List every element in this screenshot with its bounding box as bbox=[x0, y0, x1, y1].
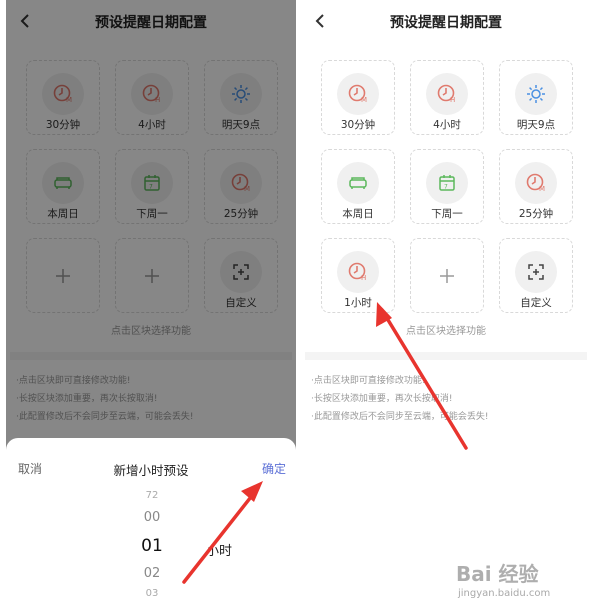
preset-label: 4小时 bbox=[433, 119, 461, 131]
header: 预设提醒日期配置 bbox=[301, 0, 591, 44]
svg-text:H: H bbox=[361, 274, 366, 282]
picker-unit: 小时 bbox=[206, 544, 233, 559]
hour-picker[interactable]: 72 00 01 小时 02 03 bbox=[6, 490, 296, 612]
preset-label: 明天9点 bbox=[516, 119, 556, 131]
confirm-button[interactable]: 确定 bbox=[262, 460, 286, 477]
clock-h-icon: H bbox=[426, 73, 468, 115]
svg-text:7: 7 bbox=[444, 184, 448, 191]
page-title: 预设提醒日期配置 bbox=[390, 15, 502, 31]
picker-option[interactable]: 03 bbox=[126, 588, 178, 599]
preset-cell[interactable]: 本周日 bbox=[321, 149, 395, 224]
preset-label: 30分钟 bbox=[340, 119, 376, 131]
picker-option[interactable]: 72 bbox=[126, 490, 178, 501]
calendar-icon: 7 bbox=[426, 162, 468, 204]
clock-m-icon: M bbox=[337, 73, 379, 115]
preset-cell[interactable]: M 30分钟 bbox=[321, 60, 395, 135]
note-line: ·长按区块添加重要，再次长按取消! bbox=[311, 394, 453, 404]
preset-cell[interactable]: H 4小时 bbox=[410, 60, 484, 135]
picker-selected[interactable]: 01 bbox=[126, 536, 178, 556]
note-line: ·点击区块即可直接修改功能! bbox=[311, 376, 426, 386]
note-line: ·此配置修改后不会同步至云端，可能会丢失! bbox=[311, 412, 489, 422]
preset-cell[interactable]: 明天9点 bbox=[499, 60, 573, 135]
hour-preset-sheet: 取消 新增小时预设 确定 72 00 01 小时 02 03 bbox=[6, 438, 296, 612]
svg-text:M: M bbox=[361, 96, 367, 104]
preset-label: 1小时 bbox=[344, 297, 372, 309]
preset-cell[interactable]: M 25分钟 bbox=[499, 149, 573, 224]
tutorial-canvas: 预设提醒日期配置 M 30分钟 H 4小时 明天9点 本周日 7 下周一 M 2… bbox=[0, 0, 600, 616]
clock-m-icon: M bbox=[515, 162, 557, 204]
add-preset-button[interactable] bbox=[410, 238, 484, 313]
plus-icon bbox=[440, 268, 454, 283]
preset-label: 25分钟 bbox=[518, 208, 554, 220]
preset-label: 下周一 bbox=[431, 208, 463, 220]
svg-text:M: M bbox=[539, 185, 545, 193]
watermark-url: jingyan.baidu.com bbox=[458, 588, 551, 599]
watermark-logo: Bai 经验 bbox=[456, 562, 539, 586]
notes: ·点击区块即可直接修改功能! ·长按区块添加重要，再次长按取消! ·此配置修改后… bbox=[311, 372, 488, 426]
preset-cell[interactable]: 7 下周一 bbox=[410, 149, 484, 224]
picker-option[interactable]: 00 bbox=[126, 510, 178, 525]
svg-text:H: H bbox=[450, 96, 455, 104]
hint-text: 点击区块选择功能 bbox=[406, 326, 486, 337]
screen-left: 预设提醒日期配置 M 30分钟 H 4小时 明天9点 本周日 7 下周一 M 2… bbox=[6, 0, 296, 612]
custom-preset-cell[interactable]: 自定义 bbox=[499, 238, 573, 313]
divider bbox=[305, 352, 587, 360]
preset-cell-new[interactable]: H 1小时 bbox=[321, 238, 395, 313]
screen-right: 预设提醒日期配置 M 30分钟 H 4小时 明天9点 本周日 7 下周一 M 2… bbox=[301, 0, 591, 612]
sofa-icon bbox=[337, 162, 379, 204]
picker-option[interactable]: 02 bbox=[126, 566, 178, 581]
custom-frame-icon bbox=[515, 251, 557, 293]
sheet-title: 新增小时预设 bbox=[113, 463, 189, 478]
preset-label: 自定义 bbox=[520, 297, 552, 309]
sun-icon bbox=[515, 73, 557, 115]
clock-h-icon: H bbox=[337, 251, 379, 293]
watermark: Bai 经验 jingyan.baidu.com bbox=[446, 556, 596, 612]
preset-label: 本周日 bbox=[342, 208, 374, 220]
